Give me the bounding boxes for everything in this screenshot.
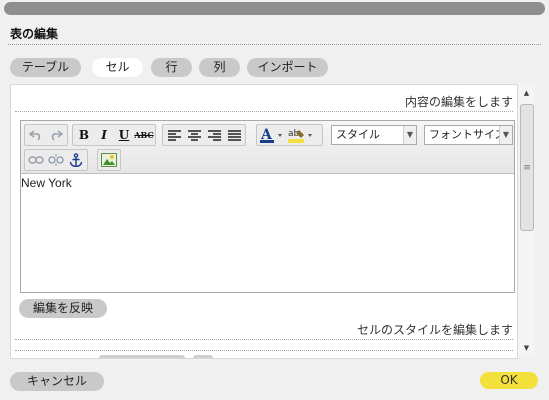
content-hint-divider	[15, 111, 513, 112]
dialog-title-bar[interactable]	[4, 2, 545, 15]
editor-content[interactable]: New York	[21, 174, 514, 294]
strikethrough-button[interactable]: ABC	[134, 126, 154, 144]
link-icon[interactable]	[26, 151, 46, 169]
undo-icon[interactable]	[26, 126, 46, 144]
style-hint: セルのスタイルを編集します	[356, 323, 513, 337]
align-center-icon[interactable]	[184, 126, 204, 144]
italic-button[interactable]: I	[94, 126, 114, 144]
rich-text-editor[interactable]: B I U ABC A ab スタイル ▼ フォントサイズ ▼ New York	[20, 120, 515, 293]
underline-button[interactable]: U	[114, 126, 134, 144]
color-group: A ab	[256, 124, 323, 146]
image-icon[interactable]	[99, 151, 119, 169]
chevron-down-icon: ▼	[499, 126, 512, 144]
align-justify-icon[interactable]	[224, 126, 244, 144]
style-select-value: スタイル	[336, 128, 380, 141]
anchor-icon[interactable]	[66, 151, 86, 169]
history-group	[24, 124, 68, 146]
content-hint: 内容の編集をします	[404, 95, 513, 109]
link-group	[24, 149, 88, 171]
align-left-icon[interactable]	[164, 126, 184, 144]
redo-icon[interactable]	[46, 126, 66, 144]
editor-text: New York	[21, 176, 72, 190]
tab-cell[interactable]: セル	[92, 58, 143, 77]
fontsize-select[interactable]: フォントサイズ ▼	[424, 125, 513, 145]
style-section-divider	[15, 350, 513, 351]
align-group	[162, 124, 246, 146]
scroll-up-icon[interactable]: ▲	[518, 86, 535, 100]
cell-edit-panel[interactable]: 内容の編集をします B I U ABC A ab スタイル ▼ フォントサイズ …	[10, 84, 518, 359]
editor-toolbar: B I U ABC A ab スタイル ▼ フォントサイズ ▼	[21, 121, 514, 174]
align-right-icon[interactable]	[204, 126, 224, 144]
cut-off-control	[99, 355, 185, 358]
bold-button[interactable]: B	[74, 126, 94, 144]
panel-scrollbar[interactable]: ▲ ≡ ▼	[518, 84, 535, 357]
unlink-icon[interactable]	[46, 151, 66, 169]
scroll-down-icon[interactable]: ▼	[518, 341, 535, 355]
style-hint-divider	[15, 339, 513, 340]
chevron-down-icon: ▼	[403, 126, 416, 144]
tab-import[interactable]: インポート	[247, 58, 328, 77]
format-group: B I U ABC	[72, 124, 156, 146]
cut-off-control	[193, 355, 213, 358]
title-divider	[8, 44, 541, 45]
fontsize-select-value: フォントサイズ	[429, 128, 506, 141]
image-group	[97, 149, 121, 171]
font-color-icon[interactable]: A	[258, 126, 286, 144]
ok-button[interactable]: OK	[480, 372, 538, 389]
tab-table[interactable]: テーブル	[10, 58, 81, 77]
tab-row[interactable]: 行	[151, 58, 192, 77]
dialog-title: 表の編集	[10, 27, 59, 41]
cancel-button[interactable]: キャンセル	[10, 372, 104, 391]
style-select[interactable]: スタイル ▼	[331, 125, 417, 145]
apply-edit-button[interactable]: 編集を反映	[19, 299, 107, 318]
highlight-color-icon[interactable]: ab	[286, 126, 316, 144]
tab-column[interactable]: 列	[199, 58, 240, 77]
scroll-thumb[interactable]: ≡	[520, 104, 534, 231]
